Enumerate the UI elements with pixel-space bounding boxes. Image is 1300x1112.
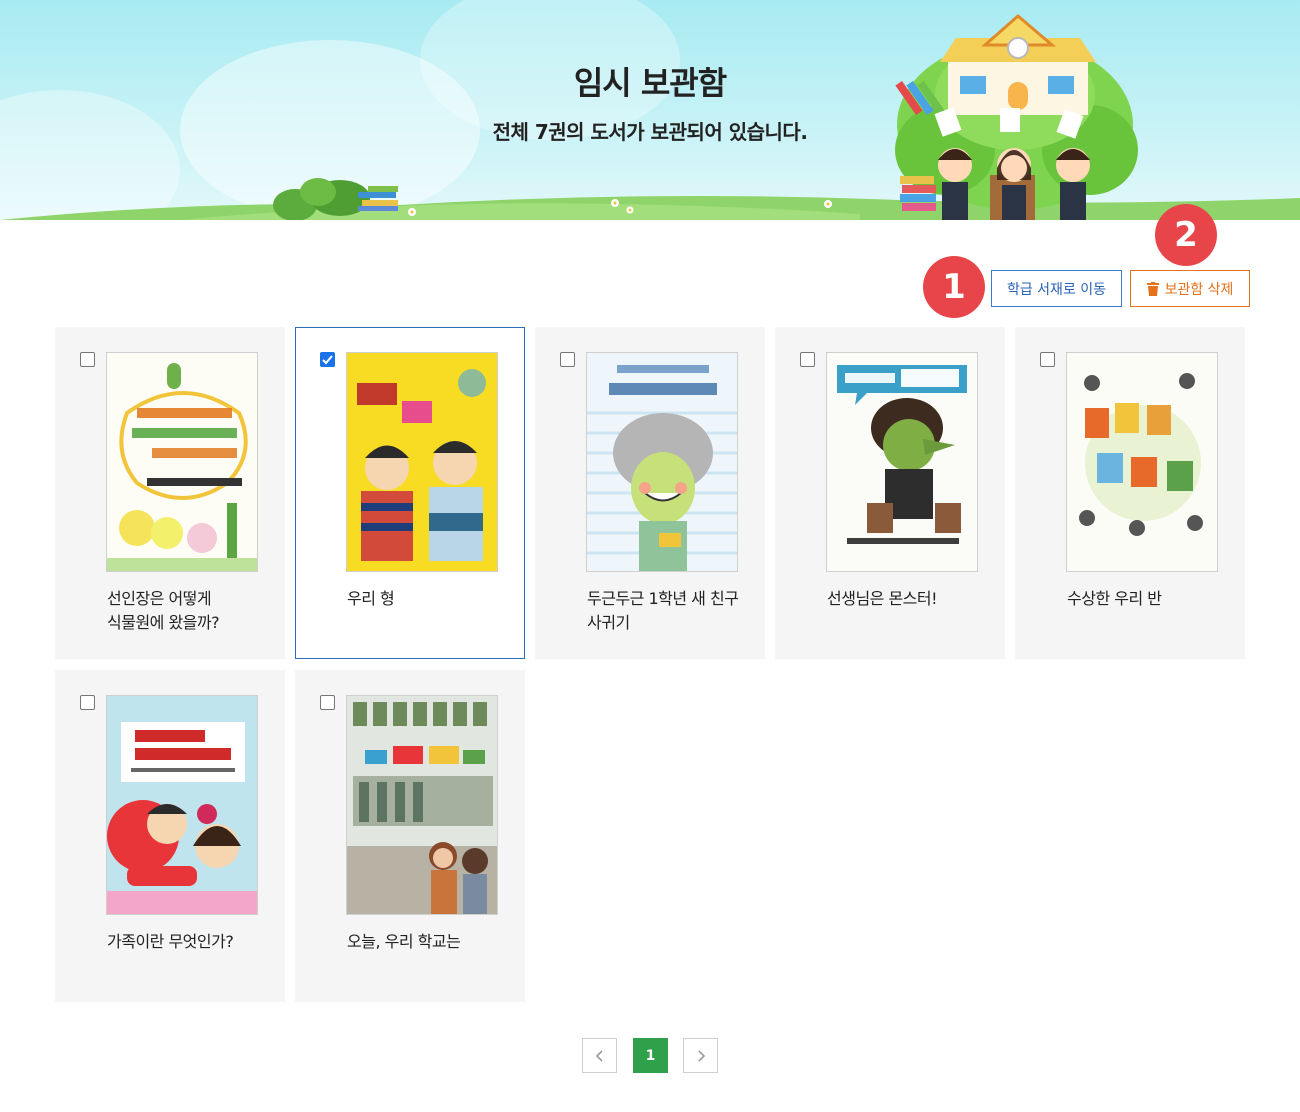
book-card[interactable]: 두근두근 1학년 새 친구 사귀기 <box>535 327 765 659</box>
book-title[interactable]: 선생님은 몬스터! <box>827 587 987 611</box>
book-card[interactable]: 가족이란 무엇인가? <box>55 670 285 1002</box>
book-checkbox[interactable] <box>560 352 575 367</box>
delete-storage-label: 보관함 삭제 <box>1164 281 1234 298</box>
book-checkbox[interactable] <box>800 352 815 367</box>
book-checkbox[interactable] <box>320 695 335 710</box>
book-checkbox[interactable] <box>1040 352 1055 367</box>
book-cover[interactable] <box>346 352 498 572</box>
pagination-prev-button[interactable] <box>582 1038 617 1073</box>
book-card[interactable]: 수상한 우리 반 <box>1015 327 1245 659</box>
book-cover[interactable] <box>1066 352 1218 572</box>
header-banner: 임시 보관함 전체 7권의 도서가 보관되어 있습니다. <box>0 0 1300 220</box>
book-cover[interactable] <box>586 352 738 572</box>
chevron-left-icon <box>595 1049 603 1062</box>
book-title[interactable]: 오늘, 우리 학교는 <box>347 930 507 954</box>
banner-illustration <box>0 14 1300 220</box>
page-subtitle: 전체 7권의 도서가 보관되어 있습니다. <box>492 120 808 144</box>
book-title[interactable]: 우리 형 <box>347 587 507 611</box>
book-title[interactable]: 두근두근 1학년 새 친구 사귀기 <box>587 587 747 635</box>
book-cover[interactable] <box>346 695 498 915</box>
book-checkbox[interactable] <box>80 695 95 710</box>
page-title: 임시 보관함 <box>573 64 727 102</box>
book-card[interactable]: 선인장은 어떻게 식물원에 왔을까? <box>55 327 285 659</box>
annotation-marker-2: 2 <box>1155 204 1217 266</box>
pagination-next-button[interactable] <box>683 1038 718 1073</box>
delete-storage-button[interactable]: 보관함 삭제 <box>1130 270 1250 307</box>
book-cover[interactable] <box>106 695 258 915</box>
book-card[interactable]: 선생님은 몬스터! <box>775 327 1005 659</box>
annotation-marker-1: 1 <box>923 256 985 318</box>
checkmark-icon <box>322 355 333 365</box>
book-title[interactable]: 선인장은 어떻게 식물원에 왔을까? <box>107 587 267 635</box>
book-checkbox[interactable] <box>320 352 335 367</box>
chevron-right-icon <box>697 1049 705 1062</box>
book-title[interactable]: 수상한 우리 반 <box>1067 587 1227 611</box>
book-checkbox[interactable] <box>80 352 95 367</box>
move-to-class-shelf-label: 학급 서재로 이동 <box>1006 281 1107 298</box>
book-cover[interactable] <box>106 352 258 572</box>
move-to-class-shelf-button[interactable]: 학급 서재로 이동 <box>991 270 1122 307</box>
book-card[interactable]: 우리 형 <box>295 327 525 659</box>
trash-icon <box>1146 281 1159 296</box>
pagination-page-current[interactable]: 1 <box>633 1038 668 1073</box>
book-title[interactable]: 가족이란 무엇인가? <box>107 930 267 954</box>
book-card[interactable]: 오늘, 우리 학교는 <box>295 670 525 1002</box>
book-cover[interactable] <box>826 352 978 572</box>
